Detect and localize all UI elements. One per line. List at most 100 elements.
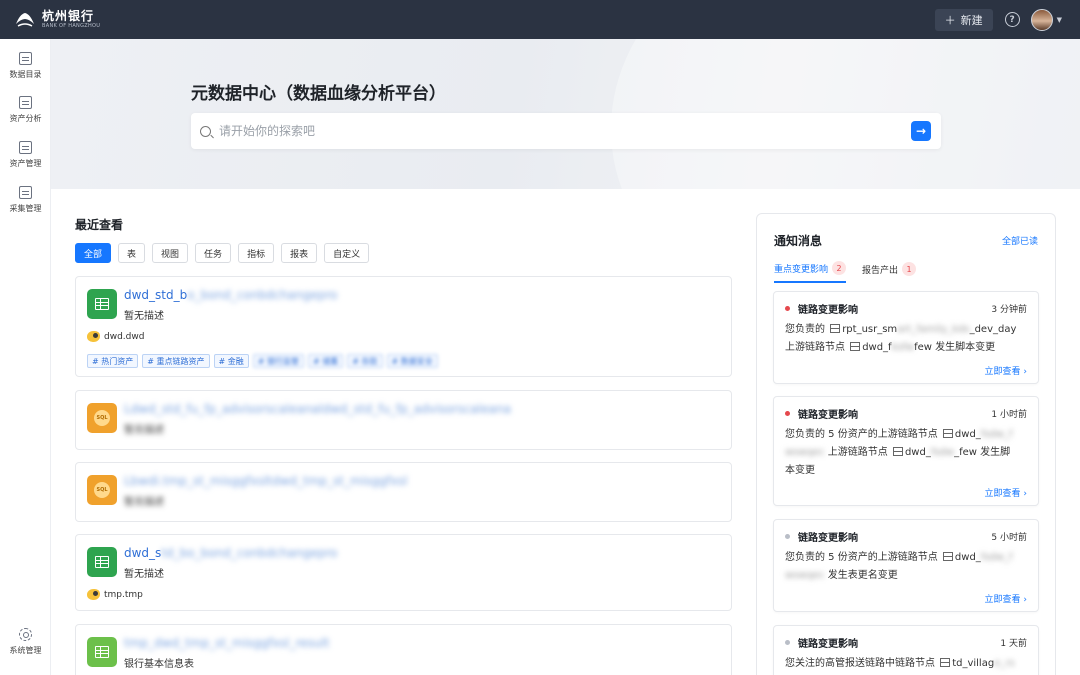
- hero-banner: 元数据中心（数据血缘分析平台） →: [51, 39, 1080, 189]
- tag[interactable]: # 重点链路资产: [142, 354, 210, 368]
- notification-item[interactable]: 链路变更影响 5 小时前 您负责的 5 份资产的上游链路节点 dwd_fsdw_…: [773, 519, 1039, 612]
- notification-heading: 链路变更影响: [798, 305, 858, 316]
- filter-task[interactable]: 任务: [195, 243, 232, 263]
- notification-item[interactable]: 链路变更影响 1 小时前 您负责的 5 份资产的上游链路节点 dwd_fsdw_…: [773, 396, 1039, 506]
- filter-chips: 全部 表 视图 任务 指标 报表 自定义: [75, 243, 370, 263]
- notification-body: 您关注的高管报送链路中链路节点 td_village_rs: [785, 658, 1015, 669]
- nav-item-collect[interactable]: 采集管理: [0, 186, 51, 214]
- asset-name[interactable]: Ldwd_std_fu_fp_advisorscaleanaldwd_std_f…: [124, 402, 511, 416]
- view-now-link[interactable]: 立即查看 ›: [985, 486, 1027, 499]
- read-dot: [785, 534, 790, 539]
- asset-description: 银行基本信息表: [124, 659, 194, 670]
- chevron-down-icon[interactable]: ▼: [1057, 16, 1062, 24]
- notification-body: 您负责的 rpt_usr_smart_family_kds_dev_day 上游…: [785, 324, 1017, 353]
- notification-panel: 通知消息 全部已读 重点变更影响 2 报告产出 1 链路变更影响 3 分钟前 您…: [756, 213, 1056, 675]
- asset-tags: # 热门资产 # 重点链路资产 # 金融 # 银行监管 # 储蓄 # 存款 # …: [87, 354, 438, 368]
- notification-item[interactable]: 链路变更影响 1 天前 您关注的高管报送链路中链路节点 td_village_r…: [773, 625, 1039, 675]
- asset-description: 暂无描述: [124, 497, 164, 508]
- asset-description: 暂无描述: [124, 425, 164, 436]
- notification-heading: 链路变更影响: [798, 533, 858, 544]
- table-icon: [850, 342, 861, 351]
- tab-key-change[interactable]: 重点变更影响 2: [774, 261, 847, 283]
- asset-card[interactable]: SQL Lbwdi.tmp_st_misggfxsltdwd_tmp_st_mi…: [75, 462, 732, 522]
- nav-label: 资产管理: [9, 159, 42, 168]
- asset-card[interactable]: dwd_std_bo_bond_conbdchangepro 暂无描述 tmp.…: [75, 534, 732, 611]
- bank-logo-icon: [14, 10, 36, 30]
- collect-icon: [19, 186, 32, 199]
- asset-name[interactable]: dwd_std_bo_bond_conbdchangepro: [124, 546, 337, 560]
- analysis-icon: [19, 96, 32, 109]
- notification-time: 5 小时前: [991, 533, 1027, 543]
- asset-description: 暂无描述: [124, 569, 164, 580]
- bank-logo[interactable]: 杭州银行 BANK OF HANGZHOU: [14, 10, 100, 30]
- top-bar: 杭州银行 BANK OF HANGZHOU ＋ 新建 ? ▼: [0, 0, 1080, 39]
- unread-dot: [785, 411, 790, 416]
- unread-dot: [785, 306, 790, 311]
- filter-all[interactable]: 全部: [75, 243, 112, 263]
- nav-item-catalog[interactable]: 数据目录: [0, 52, 51, 80]
- tag[interactable]: # 热门资产: [87, 354, 139, 368]
- asset-card[interactable]: tmp_dwd_tmp_st_misggfxsl_result 银行基本信息表: [75, 624, 732, 675]
- asset-description: 暂无描述: [124, 311, 164, 322]
- nav-label: 资产分析: [9, 114, 42, 123]
- search-submit-button[interactable]: →: [911, 121, 931, 141]
- asset-name[interactable]: tmp_dwd_tmp_st_misggfxsl_result: [124, 636, 329, 650]
- table-icon: [830, 324, 841, 333]
- asset-card[interactable]: dwd_std_bo_bond_conbdchangepro 暂无描述 dwd.…: [75, 276, 732, 377]
- brand-name-en: BANK OF HANGZHOU: [42, 23, 101, 29]
- search-input[interactable]: [219, 124, 869, 138]
- table-icon: [892, 447, 903, 456]
- notification-heading: 链路变更影响: [798, 410, 858, 421]
- new-button[interactable]: ＋ 新建: [934, 8, 993, 31]
- search-icon: [200, 125, 211, 137]
- plus-icon: ＋: [944, 13, 956, 27]
- asset-card[interactable]: SQL Ldwd_std_fu_fp_advisorscaleanaldwd_s…: [75, 390, 732, 450]
- tag[interactable]: # 银行监管: [252, 354, 304, 368]
- notification-tabs: 重点变更影响 2 报告产出 1: [774, 261, 917, 283]
- table-icon: [942, 429, 953, 438]
- tag[interactable]: # 储蓄: [308, 354, 344, 368]
- notification-item[interactable]: 链路变更影响 3 分钟前 您负责的 rpt_usr_smart_family_k…: [773, 291, 1039, 384]
- asset-database: dwd.dwd: [87, 331, 144, 342]
- notification-heading: 链路变更影响: [798, 639, 858, 650]
- count-badge: 2: [832, 261, 847, 275]
- table-icon: [87, 289, 117, 319]
- avatar[interactable]: [1030, 8, 1053, 31]
- mark-all-read-link[interactable]: 全部已读: [1002, 234, 1038, 247]
- filter-view[interactable]: 视图: [152, 243, 189, 263]
- nav-item-asset[interactable]: 资产管理: [0, 141, 51, 169]
- sql-icon: SQL: [87, 403, 117, 433]
- tag[interactable]: # 金融: [213, 354, 249, 368]
- main-content: 最近查看 全部 表 视图 任务 指标 报表 自定义 dwd_std_bo_bon…: [51, 189, 1080, 675]
- notification-time: 1 小时前: [991, 410, 1027, 420]
- asset-name[interactable]: dwd_std_bo_bond_conbdchangepro: [124, 288, 337, 302]
- hive-icon: [87, 331, 100, 342]
- sql-icon: SQL: [87, 475, 117, 505]
- catalog-icon: [19, 52, 32, 65]
- asset-name[interactable]: Lbwdi.tmp_st_misggfxsltdwd_tmp_st_misggf…: [124, 474, 407, 488]
- count-badge: 1: [902, 262, 917, 276]
- view-now-link[interactable]: 立即查看 ›: [985, 592, 1027, 605]
- filter-table[interactable]: 表: [118, 243, 146, 263]
- nav-item-system[interactable]: 系统管理: [0, 628, 51, 656]
- brand-name: 杭州银行: [42, 9, 95, 23]
- nav-item-analysis[interactable]: 资产分析: [0, 96, 51, 124]
- table-icon: [942, 552, 953, 561]
- help-icon[interactable]: ?: [1004, 12, 1020, 27]
- notification-time: 3 分钟前: [991, 305, 1027, 315]
- nav-label: 数据目录: [9, 70, 42, 79]
- read-dot: [785, 640, 790, 645]
- filter-custom[interactable]: 自定义: [324, 243, 370, 263]
- tab-report[interactable]: 报告产出 1: [862, 261, 917, 283]
- tag[interactable]: # 数据安全: [386, 354, 438, 368]
- new-button-label: 新建: [960, 13, 983, 27]
- tag[interactable]: # 存款: [347, 354, 383, 368]
- gear-icon: [19, 628, 32, 641]
- notification-title: 通知消息: [774, 234, 823, 248]
- nav-label: 系统管理: [9, 646, 42, 655]
- page-title: 元数据中心（数据血缘分析平台）: [191, 84, 446, 104]
- filter-report[interactable]: 报表: [281, 243, 318, 263]
- filter-metric[interactable]: 指标: [238, 243, 275, 263]
- view-now-link[interactable]: 立即查看 ›: [985, 364, 1027, 377]
- notification-body: 您负责的 5 份资产的上游链路节点 dwd_fsdw_f wswqec 上游链路…: [785, 429, 1013, 476]
